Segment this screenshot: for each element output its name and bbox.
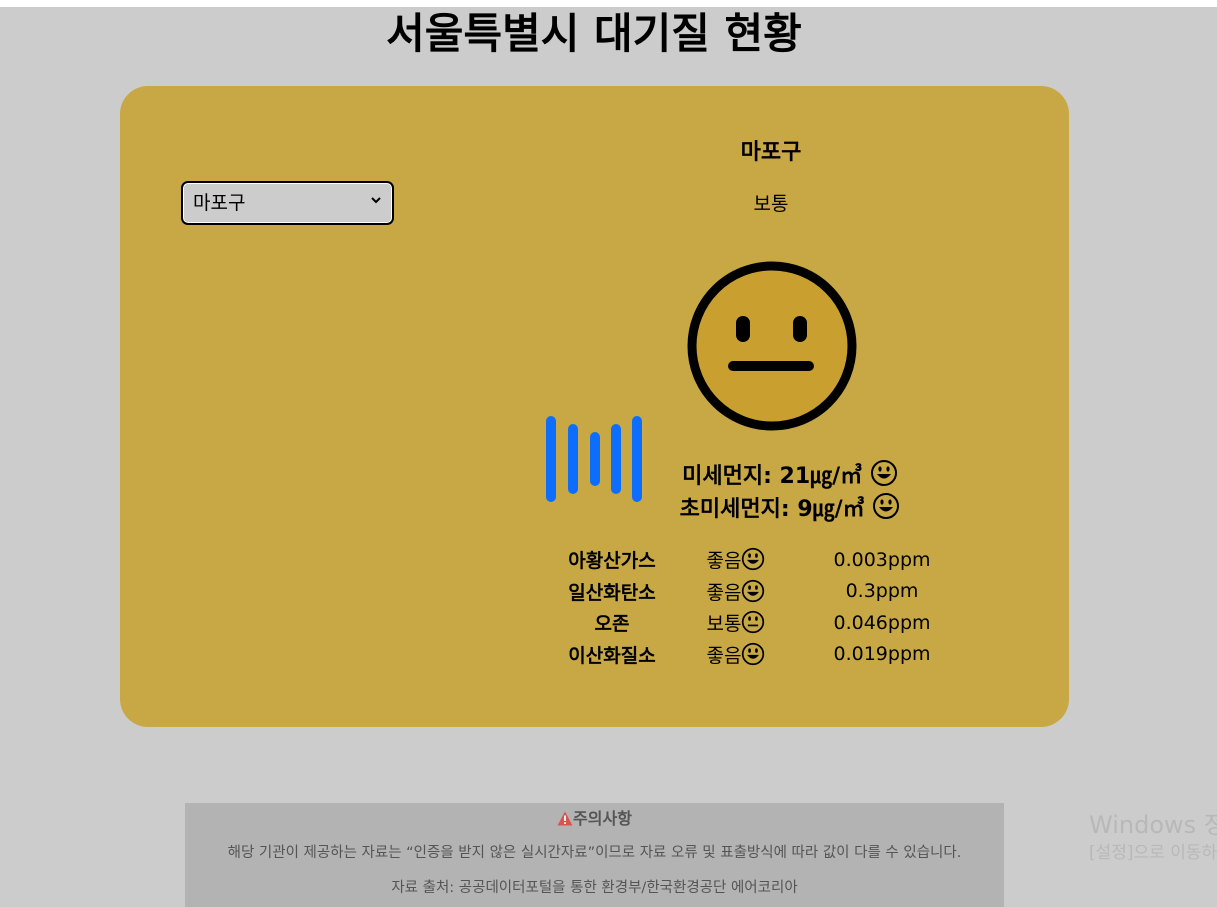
gas-grade: 좋음 xyxy=(706,644,742,667)
pm10-label: 미세먼지: 21㎍/㎥ xyxy=(682,464,863,489)
grinning-face-icon xyxy=(742,548,765,571)
gas-name: 아황산가스 xyxy=(568,550,656,573)
gas-value: 0.046ppm xyxy=(833,611,931,634)
notice-source: 자료 출처: 공공데이터포털을 통한 환경부/한국환경공단 에어코리아 xyxy=(391,880,798,896)
gas-value: 0.3ppm xyxy=(845,580,919,603)
notice-title: 주의사항 xyxy=(185,805,1004,829)
table-row: 이산화질소 좋음 0.019ppm xyxy=(556,639,960,671)
gas-name: 일산화탄소 xyxy=(568,581,656,604)
gas-grade: 좋음 xyxy=(706,581,742,604)
windows-activation-settings-link: [설정]으로 이동하 xyxy=(1089,843,1217,863)
pm10-line: 미세먼지: 21㎍/㎥ xyxy=(640,458,940,490)
grinning-face-icon xyxy=(742,579,765,602)
neutral-face-icon xyxy=(687,261,857,431)
table-row: 일산화탄소 좋음 0.3ppm xyxy=(556,576,960,608)
gas-grade-cell: 좋음 xyxy=(668,576,804,608)
table-row: 오존 보통 0.046ppm xyxy=(556,607,960,639)
air-quality-card: 마포구 마포구 보통 미세먼지: 21㎍/㎥ 초미세먼지: 9㎍/㎥ 아황산가스… xyxy=(120,86,1069,727)
windows-activation-watermark: Windows 정 xyxy=(1089,811,1217,839)
warning-icon xyxy=(557,811,573,826)
gas-name: 오존 xyxy=(594,613,630,636)
district-select[interactable]: 마포구 xyxy=(181,181,394,225)
gas-value: 0.019ppm xyxy=(833,643,931,666)
gas-grade: 보통 xyxy=(706,613,742,636)
pm25-line: 초미세먼지: 9㎍/㎥ xyxy=(640,491,940,523)
gas-value: 0.003ppm xyxy=(833,548,931,571)
status-text: 보통 xyxy=(753,193,789,215)
notice-body: 해당 기관이 제공하는 자료는 “인증을 받지 않은 실시간자료”이므로 자료 … xyxy=(227,845,962,861)
table-row: 아황산가스 좋음 0.003ppm xyxy=(556,544,960,576)
page-title: 서울특별시 대기질 현황 xyxy=(386,9,802,58)
gas-grade-cell: 좋음 xyxy=(668,544,804,576)
grinning-face-icon xyxy=(870,460,897,486)
notice-title-text: 주의사항 xyxy=(573,809,632,828)
pm25-label: 초미세먼지: 9㎍/㎥ xyxy=(679,497,865,522)
notice-panel: 주의사항 해당 기관이 제공하는 자료는 “인증을 받지 않은 실시간자료”이므… xyxy=(185,803,1004,907)
grinning-face-icon xyxy=(742,642,765,665)
browser-top-strip xyxy=(0,0,1217,7)
loading-bars-icon xyxy=(546,416,642,502)
gas-grade-cell: 좋음 xyxy=(668,639,804,671)
gas-name: 이산화질소 xyxy=(568,644,656,667)
gas-table: 아황산가스 좋음 0.003ppm 일산화탄소 좋음 0.3ppm 오존 보통 … xyxy=(556,544,960,670)
gas-grade: 좋음 xyxy=(706,550,742,573)
grinning-face-icon xyxy=(873,493,900,519)
gas-grade-cell: 보통 xyxy=(668,607,804,639)
district-name: 마포구 xyxy=(740,140,802,165)
neutral-face-icon xyxy=(742,611,765,634)
